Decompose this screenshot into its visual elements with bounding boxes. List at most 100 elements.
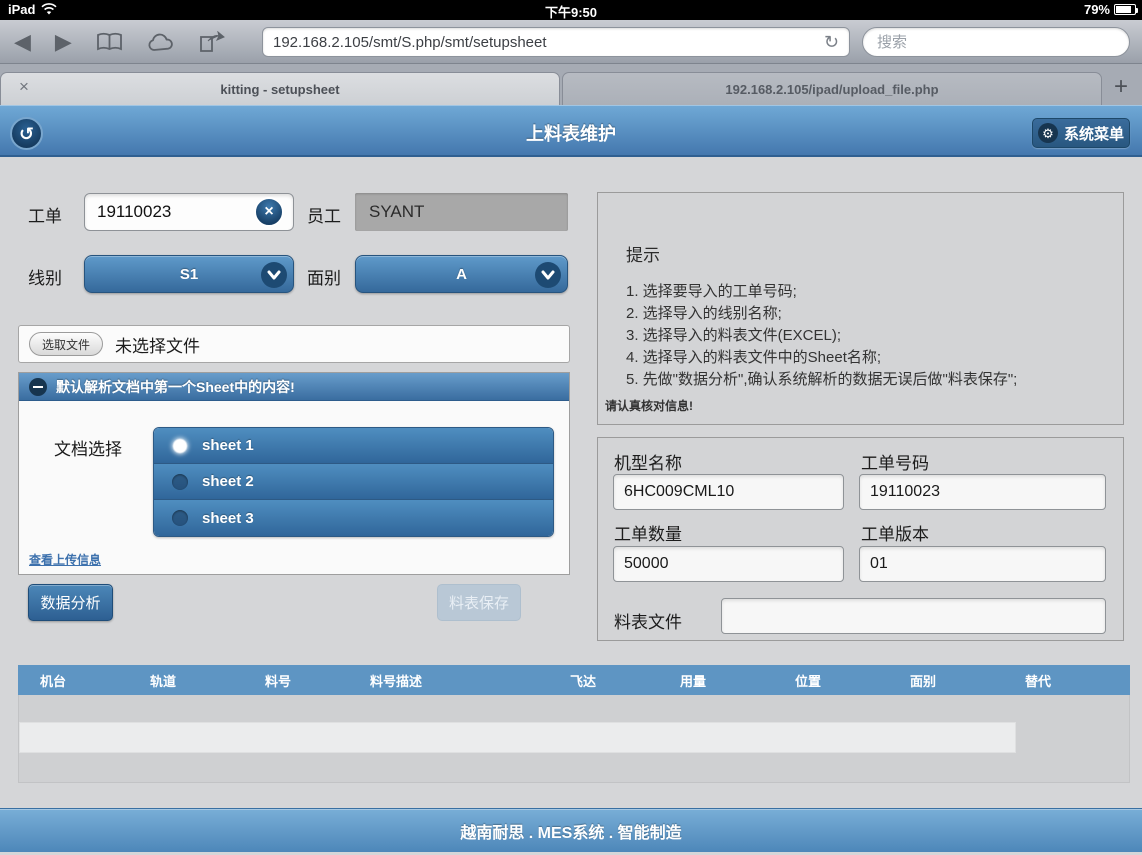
tab-kitting-setupsheet[interactable]: × kitting - setupsheet	[0, 72, 560, 105]
order-qty-label: 工单数量	[614, 520, 682, 545]
work-order-label: 工单	[28, 202, 62, 227]
sheet-option-3[interactable]: sheet 3	[154, 500, 553, 536]
upload-info-link[interactable]: 查看上传信息	[29, 551, 101, 568]
sheet-option-label: sheet 3	[202, 510, 254, 527]
sheet-option-group: sheet 1 sheet 2 sheet 3	[153, 427, 554, 537]
model-name-label: 机型名称	[614, 449, 682, 474]
battery-icon	[1114, 4, 1136, 15]
radio-selected-icon	[172, 438, 188, 454]
tab-label: 192.168.2.105/ipad/upload_file.php	[725, 82, 938, 97]
parts-table-body	[18, 695, 1130, 783]
close-tab-icon[interactable]: ×	[19, 78, 29, 95]
work-order-value: 19110023	[97, 202, 171, 222]
model-name-value: 6HC009CML10	[624, 483, 734, 501]
new-tab-button[interactable]: +	[1104, 72, 1138, 105]
chevron-down-icon	[535, 262, 561, 288]
order-version-value: 01	[870, 555, 888, 573]
table-empty-row	[19, 722, 1016, 753]
sheet-panel: 默认解析文档中第一个Sheet中的内容! 文档选择 sheet 1 sheet …	[18, 372, 570, 575]
table-file-input[interactable]	[721, 598, 1106, 634]
sheet-panel-title: 默认解析文档中第一个Sheet中的内容!	[56, 377, 295, 397]
radio-unselected-icon	[172, 510, 188, 526]
radio-unselected-icon	[172, 474, 188, 490]
system-menu-button[interactable]: ⚙ 系统菜单	[1032, 118, 1130, 148]
sheet-panel-header[interactable]: 默认解析文档中第一个Sheet中的内容!	[19, 373, 569, 401]
order-qty-value: 50000	[624, 555, 669, 573]
side-select[interactable]: A	[355, 255, 568, 293]
tip-item: 4. 选择导入的料表文件中的Sheet名称;	[626, 347, 1017, 369]
gear-icon: ⚙	[1038, 123, 1058, 143]
tip-item: 2. 选择导入的线别名称;	[626, 303, 1017, 325]
tab-label: kitting - setupsheet	[220, 82, 339, 97]
tips-footer-note: 请认真核对信息!	[605, 397, 693, 414]
battery-percent: 79%	[1084, 2, 1110, 17]
side-label: 面别	[307, 264, 341, 289]
column-header: 料号	[243, 665, 348, 695]
app-window: iPad 下午9:50 79% ◀ ▶	[0, 0, 1142, 855]
doc-select-label: 文档选择	[54, 435, 122, 460]
footer-text: 越南耐思 . MES系统 . 智能制造	[460, 819, 681, 843]
order-version-label: 工单版本	[861, 520, 929, 545]
column-header: 轨道	[128, 665, 243, 695]
search-input[interactable]	[862, 27, 1130, 57]
tab-bar: × kitting - setupsheet 192.168.2.105/ipa…	[0, 64, 1142, 105]
system-menu-label: 系统菜单	[1064, 123, 1124, 144]
tip-item: 1. 选择要导入的工单号码;	[626, 281, 1017, 303]
column-header: 用量	[658, 665, 773, 695]
order-number-label: 工单号码	[861, 449, 929, 474]
chevron-down-icon	[261, 262, 287, 288]
analyze-data-button[interactable]: 数据分析	[28, 584, 113, 621]
x-icon: ×	[264, 204, 273, 220]
status-time: 下午9:50	[0, 2, 1142, 21]
forward-button[interactable]: ▶	[55, 31, 72, 53]
status-bar: iPad 下午9:50 79%	[0, 0, 1142, 20]
cloud-icon[interactable]	[147, 33, 175, 52]
url-field[interactable]: 192.168.2.105/smt/S.php/smt/setupsheet ↻	[262, 27, 850, 57]
sheet-option-label: sheet 1	[202, 437, 254, 454]
tip-item: 3. 选择导入的料表文件(EXCEL);	[626, 325, 1017, 347]
column-header: 机台	[18, 665, 128, 695]
share-icon[interactable]	[199, 31, 225, 53]
tab-upload-file[interactable]: 192.168.2.105/ipad/upload_file.php	[562, 72, 1102, 105]
file-status-text: 未选择文件	[115, 332, 200, 357]
file-upload-box: 选取文件 未选择文件	[18, 325, 570, 363]
page-title: 上料表维护	[0, 120, 1142, 146]
page-header: ↺ 上料表维护 ⚙ 系统菜单	[0, 105, 1142, 157]
parts-table-header: 机台 轨道 料号 料号描述 飞达 用量 位置 面别 替代	[18, 665, 1130, 695]
sheet-option-label: sheet 2	[202, 473, 254, 490]
reload-icon[interactable]: ↻	[824, 32, 839, 53]
employee-value: SYANT	[369, 202, 424, 222]
bookmarks-icon[interactable]	[96, 32, 123, 52]
order-qty-input[interactable]: 50000	[613, 546, 844, 582]
collapse-minus-icon	[29, 378, 47, 396]
browser-toolbar: ◀ ▶ 192.168.2.105/smt/S.php/smt/setupshe…	[0, 20, 1142, 64]
url-text: 192.168.2.105/smt/S.php/smt/setupsheet	[273, 34, 824, 51]
line-label: 线别	[28, 264, 62, 289]
sheet-option-1[interactable]: sheet 1	[154, 428, 553, 464]
tip-item: 5. 先做"数据分析",确认系统解析的数据无误后做"料表保存";	[626, 369, 1017, 391]
employee-field: SYANT	[355, 193, 568, 231]
clear-work-order-button[interactable]: ×	[254, 197, 284, 227]
column-header: 位置	[773, 665, 888, 695]
back-button[interactable]: ◀	[14, 31, 31, 53]
column-header: 替代	[1003, 665, 1130, 695]
footer-bar: 越南耐思 . MES系统 . 智能制造	[0, 808, 1142, 852]
line-select-value: S1	[180, 266, 198, 283]
column-header: 飞达	[548, 665, 658, 695]
choose-file-button[interactable]: 选取文件	[29, 332, 103, 356]
order-number-value: 19110023	[870, 483, 940, 501]
side-select-value: A	[456, 266, 467, 283]
order-number-input[interactable]: 19110023	[859, 474, 1106, 510]
order-version-input[interactable]: 01	[859, 546, 1106, 582]
tips-list: 1. 选择要导入的工单号码; 2. 选择导入的线别名称; 3. 选择导入的料表文…	[626, 281, 1017, 391]
column-header: 料号描述	[348, 665, 548, 695]
line-select[interactable]: S1	[84, 255, 294, 293]
tips-panel: 提示 1. 选择要导入的工单号码; 2. 选择导入的线别名称; 3. 选择导入的…	[597, 192, 1124, 425]
column-header: 面别	[888, 665, 1003, 695]
order-info-panel: 机型名称 工单号码 6HC009CML10 19110023 工单数量 工单版本…	[597, 437, 1124, 641]
sheet-option-2[interactable]: sheet 2	[154, 464, 553, 500]
model-name-input[interactable]: 6HC009CML10	[613, 474, 844, 510]
employee-label: 员工	[307, 202, 341, 227]
tips-title: 提示	[626, 241, 660, 266]
save-table-button[interactable]: 料表保存	[437, 584, 521, 621]
